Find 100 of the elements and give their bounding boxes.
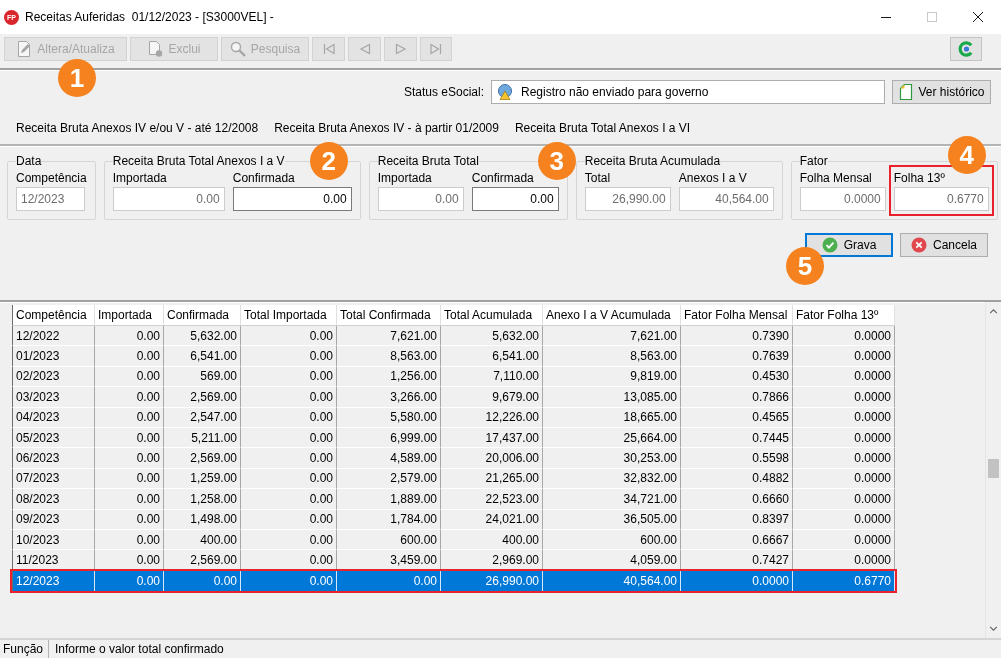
- table-cell: 0.6770: [793, 570, 895, 592]
- field-label: Competência: [16, 170, 87, 187]
- table-cell: 0.7639: [681, 346, 793, 367]
- edit-document-icon: [16, 41, 33, 57]
- table-cell: 18,665.00: [543, 407, 681, 428]
- tab[interactable]: Receita Bruta Anexos IV - à partir 01/2009: [266, 117, 507, 139]
- table-cell: 30,253.00: [543, 448, 681, 469]
- field-label: Importada: [377, 170, 433, 187]
- table-cell: 1,498.00: [164, 509, 241, 530]
- table-cell: 0.00: [241, 509, 337, 530]
- table-cell: 8,563.00: [543, 346, 681, 367]
- history-button[interactable]: Ver histórico: [892, 80, 991, 104]
- group-title: Data: [16, 154, 42, 169]
- chevron-up-icon: [989, 309, 998, 314]
- step-marker: 4: [947, 136, 986, 174]
- field-label: Confirmada: [471, 170, 535, 187]
- table-cell: 0.00: [241, 346, 337, 367]
- table-cell: 8,563.00: [337, 346, 441, 367]
- window-title: Receitas Auferidas 01/12/2023 - [S3000VEL] -: [25, 9, 274, 26]
- group-title: Fator: [799, 154, 828, 169]
- group-title: Receita Bruta Total: [377, 154, 479, 169]
- table-row[interactable]: 08/2023 0.00 1,258.00 0.00 1,889.00 22,523.00 34,721.00 0.6660 0.0000: [12, 489, 895, 510]
- table-cell: 34,721.00: [543, 489, 681, 510]
- field-label: Anexos I a V: [678, 170, 748, 187]
- group-title: Receita Bruta Acumulada: [584, 154, 721, 169]
- toolbar-button[interactable]: [950, 37, 982, 61]
- table-row[interactable]: 03/2023 0.00 2,569.00 0.00 3,266.00 9,679.00 13,085.00 0.7866 0.0000: [12, 387, 895, 408]
- table-row[interactable]: 05/2023 0.00 5,211.00 0.00 6,999.00 17,437.00 25,664.00 0.7445 0.0000: [12, 427, 895, 449]
- table-row[interactable]: 07/2023 0.00 1,259.00 0.00 2,579.00 21,265.00 32,832.00 0.4882 0.0000: [12, 468, 895, 490]
- table-row[interactable]: 02/2023 0.00 569.00 0.00 1,256.00 7,110.00 9,819.00 0.4530 0.0000: [12, 366, 895, 388]
- status-text: Registro não enviado para governo: [521, 84, 709, 101]
- column-header[interactable]: Total Confirmada: [337, 305, 441, 326]
- table-cell: 3,266.00: [337, 387, 441, 408]
- table-cell: 0.5598: [681, 448, 793, 469]
- input-field[interactable]: 0.00: [471, 187, 559, 211]
- table-cell: 26,990.00: [441, 570, 543, 592]
- field-label: Importada: [112, 170, 168, 187]
- table-cell: 0.0000: [793, 489, 895, 510]
- table-row[interactable]: 12/2022 0.00 5,632.00 0.00 7,621.00 5,632.00 7,621.00 0.7390 0.0000: [12, 326, 895, 347]
- step-marker: 3: [537, 142, 576, 180]
- table-cell: 0.00: [95, 346, 164, 367]
- column-header[interactable]: Fator Folha 13º: [793, 305, 895, 326]
- table-cell: 22,523.00: [441, 489, 543, 510]
- table-cell: 0.0000: [793, 407, 895, 428]
- table-cell: 20,006.00: [441, 448, 543, 469]
- table-cell: 08/2023: [12, 489, 95, 510]
- table-cell: 1,784.00: [337, 509, 441, 530]
- table-cell: 0.00: [95, 448, 164, 469]
- column-header[interactable]: Confirmada: [164, 305, 241, 326]
- column-header[interactable]: Anexo I a V Acumulada: [543, 305, 681, 326]
- step-marker: 5: [786, 247, 824, 285]
- scrollbar[interactable]: [985, 302, 1001, 638]
- column-header[interactable]: Total Acumulada: [441, 305, 543, 326]
- column-header[interactable]: Total Importada: [241, 305, 337, 326]
- status-label: Status eSocial:: [403, 84, 484, 101]
- table-cell: 24,021.00: [441, 509, 543, 530]
- field-label: Folha 13º: [893, 170, 946, 187]
- next-record-icon: [394, 43, 407, 55]
- table-row[interactable]: 01/2023 0.00 6,541.00 0.00 8,563.00 6,541.00 8,563.00 0.7639 0.0000: [12, 346, 895, 367]
- dialog-button[interactable]: Cancela: [900, 233, 988, 257]
- table-cell: 1,258.00: [164, 489, 241, 510]
- dialog-button[interactable]: Grava: [805, 233, 893, 257]
- cancel-icon: [911, 237, 927, 253]
- table-cell: 4,589.00: [337, 448, 441, 469]
- table-cell: 5,580.00: [337, 407, 441, 428]
- table-cell: 0.0000: [793, 346, 895, 367]
- last-record-icon: [430, 43, 442, 55]
- table-cell: 0.00: [241, 570, 337, 592]
- table-row[interactable]: 04/2023 0.00 2,547.00 0.00 5,580.00 12,226.00 18,665.00 0.4565 0.0000: [12, 407, 895, 428]
- table-row[interactable]: 11/2023 0.00 2,569.00 0.00 3,459.00 2,969.00 4,059.00 0.7427 0.0000: [12, 550, 895, 571]
- table-cell: 40,564.00: [543, 570, 681, 592]
- table-cell: 12/2023: [12, 570, 95, 592]
- table-cell: 0.00: [241, 448, 337, 469]
- search-icon: [229, 41, 246, 57]
- table-row[interactable]: 10/2023 0.00 400.00 0.00 600.00 400.00 600.00 0.6667 0.0000: [12, 529, 895, 551]
- table-cell: 0.00: [164, 570, 241, 592]
- table-cell: 0.0000: [793, 448, 895, 469]
- check-icon: [821, 237, 838, 253]
- column-header[interactable]: Competência: [12, 305, 95, 326]
- tab[interactable]: Receita Bruta Total Anexos I a VI: [506, 117, 699, 139]
- field-label: Total: [584, 170, 612, 187]
- globe-warning-icon: [497, 84, 513, 100]
- scroll-thumb[interactable]: [988, 459, 999, 478]
- table-cell: 36,505.00: [543, 509, 681, 530]
- table-cell: 0.00: [241, 407, 337, 428]
- table-cell: 0.00: [241, 387, 337, 408]
- table-cell: 0.6660: [681, 489, 793, 510]
- table-cell: 0.00: [337, 570, 441, 592]
- column-header[interactable]: Importada: [95, 305, 164, 326]
- table-cell: 09/2023: [12, 509, 95, 530]
- first-record-icon: [322, 43, 335, 55]
- input-field[interactable]: 0.00: [232, 187, 352, 211]
- table-cell: 0.8397: [681, 509, 793, 530]
- table-row[interactable]: 12/2023 0.00 0.00 0.00 0.00 26,990.00 40,564.00 0.0000 0.6770: [10, 568, 897, 594]
- table-row[interactable]: 06/2023 0.00 2,569.00 0.00 4,589.00 20,006.00 30,253.00 0.5598 0.0000: [12, 448, 895, 469]
- step-marker: 1: [58, 59, 96, 97]
- tab[interactable]: Receita Bruta Anexos IV e/ou V - até 12/2008: [8, 117, 267, 139]
- column-header[interactable]: Fator Folha Mensal: [681, 305, 793, 326]
- table-row[interactable]: 09/2023 0.00 1,498.00 0.00 1,784.00 24,021.00 36,505.00 0.8397 0.0000: [12, 509, 895, 530]
- app-logo-icon: [958, 41, 974, 57]
